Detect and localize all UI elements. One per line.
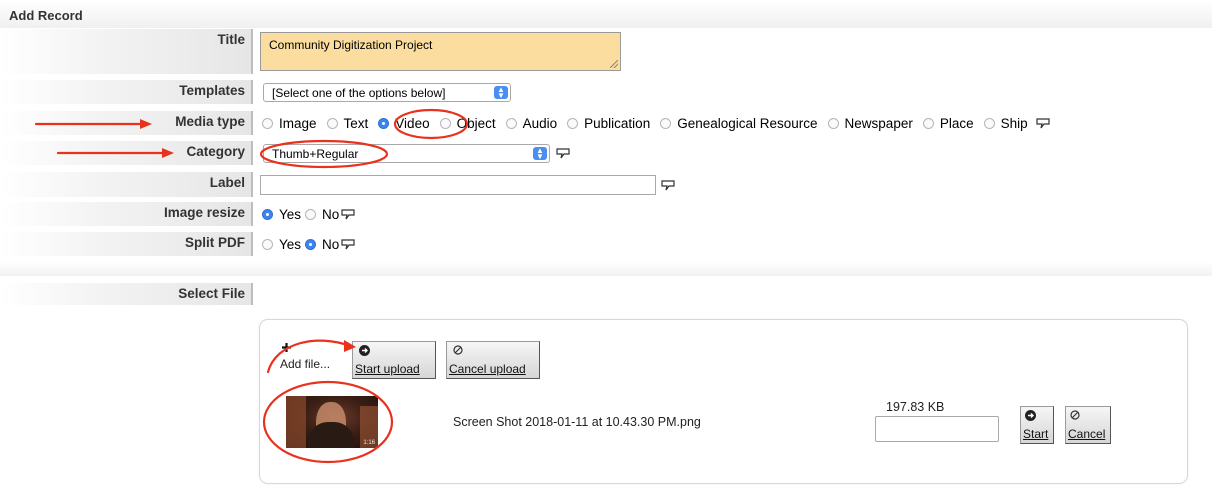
file-cancel-button[interactable]: Cancel <box>1065 406 1111 444</box>
video-thumbnail: 1:16 <box>286 396 378 448</box>
start-upload-button[interactable]: Start upload <box>352 341 436 379</box>
select-arrows-icon: ▲ ▼ <box>533 147 547 161</box>
media-type-option-image[interactable]: Image <box>262 116 317 131</box>
upload-progress-box <box>875 416 999 442</box>
split-pdf-label: Split PDF <box>0 232 253 256</box>
resize-grip-icon[interactable] <box>610 60 618 68</box>
radio-icon <box>262 239 273 250</box>
cancel-icon <box>453 345 463 355</box>
select-arrows-icon: ▲ ▼ <box>494 86 508 100</box>
radio-icon <box>505 118 517 129</box>
media-type-option-text[interactable]: Text <box>326 116 368 131</box>
split-pdf-options: Yes No <box>262 237 355 252</box>
file-size: 197.83 KB <box>886 400 945 414</box>
row-split-pdf: Split PDF Yes No <box>0 232 1212 256</box>
split-pdf-option-yes[interactable]: Yes <box>262 237 301 252</box>
row-image-resize: Image resize Yes No <box>0 202 1212 226</box>
plus-icon <box>282 343 291 352</box>
radio-icon <box>326 118 338 129</box>
file-start-button[interactable]: Start <box>1020 406 1054 444</box>
upload-panel: Add file... Start upload Cancel upload 1… <box>259 319 1188 484</box>
row-label: Label <box>0 172 1212 197</box>
media-type-options: Image Text Video Object Audio Publicatio… <box>262 116 1050 131</box>
row-category: Category Thumb+Regular ▲ ▼ <box>0 141 1212 165</box>
row-media-type: Media type Image Text Video Object Audio… <box>0 111 1212 135</box>
templates-label: Templates <box>0 80 253 104</box>
title-label: Title <box>0 29 253 74</box>
radio-icon <box>922 118 934 129</box>
media-type-option-audio[interactable]: Audio <box>505 116 557 131</box>
file-name: Screen Shot 2018-01-11 at 10.43.30 PM.pn… <box>453 415 701 429</box>
cancel-upload-button[interactable]: Cancel upload <box>446 341 540 379</box>
radio-icon <box>660 118 672 129</box>
media-type-option-genealogical-resource[interactable]: Genealogical Resource <box>660 116 818 131</box>
radio-icon <box>262 118 273 129</box>
media-type-option-object[interactable]: Object <box>439 116 496 131</box>
row-select-file: Select File <box>0 283 1212 305</box>
label-field-label: Label <box>0 172 253 197</box>
title-textarea[interactable]: Community Digitization Project <box>260 32 621 71</box>
media-type-option-ship[interactable]: Ship <box>983 116 1028 131</box>
help-bubble-icon[interactable] <box>556 148 570 160</box>
arrow-right-circle-icon <box>359 345 370 356</box>
row-templates: Templates [Select one of the options bel… <box>0 80 1212 104</box>
add-file-button[interactable]: Add file... <box>280 341 352 377</box>
radio-checked-icon <box>378 118 390 129</box>
label-input[interactable] <box>260 175 656 195</box>
templates-select[interactable]: [Select one of the options below] ▲ ▼ <box>263 83 511 102</box>
media-type-option-publication[interactable]: Publication <box>567 116 650 131</box>
page-title: Add Record <box>9 8 83 23</box>
category-label: Category <box>0 141 253 165</box>
radio-icon <box>439 118 451 129</box>
media-type-option-video[interactable]: Video <box>378 116 430 131</box>
help-bubble-icon[interactable] <box>341 208 355 221</box>
category-select[interactable]: Thumb+Regular ▲ ▼ <box>263 144 550 163</box>
help-bubble-icon[interactable] <box>1036 117 1050 130</box>
radio-checked-icon <box>262 209 273 220</box>
image-resize-options: Yes No <box>262 207 355 222</box>
video-duration: 1:16 <box>363 440 375 446</box>
select-file-label: Select File <box>0 283 253 305</box>
image-resize-option-no[interactable]: No <box>305 207 339 222</box>
split-pdf-option-no[interactable]: No <box>305 237 339 252</box>
radio-icon <box>567 118 579 129</box>
help-bubble-icon[interactable] <box>341 238 355 251</box>
help-bubble-icon[interactable] <box>661 180 675 192</box>
section-divider <box>0 262 1212 276</box>
media-type-option-newspaper[interactable]: Newspaper <box>827 116 913 131</box>
media-type-label: Media type <box>0 111 253 135</box>
radio-icon <box>827 118 839 129</box>
radio-icon <box>305 209 317 220</box>
media-type-option-place[interactable]: Place <box>922 116 974 131</box>
arrow-right-circle-icon <box>1025 410 1036 421</box>
radio-checked-icon <box>305 239 317 250</box>
row-title: Title Community Digitization Project <box>0 29 1212 74</box>
cancel-icon <box>1070 410 1080 420</box>
form-header: Add Record <box>0 0 1212 28</box>
image-resize-option-yes[interactable]: Yes <box>262 207 301 222</box>
radio-icon <box>983 118 995 129</box>
image-resize-label: Image resize <box>0 202 253 226</box>
